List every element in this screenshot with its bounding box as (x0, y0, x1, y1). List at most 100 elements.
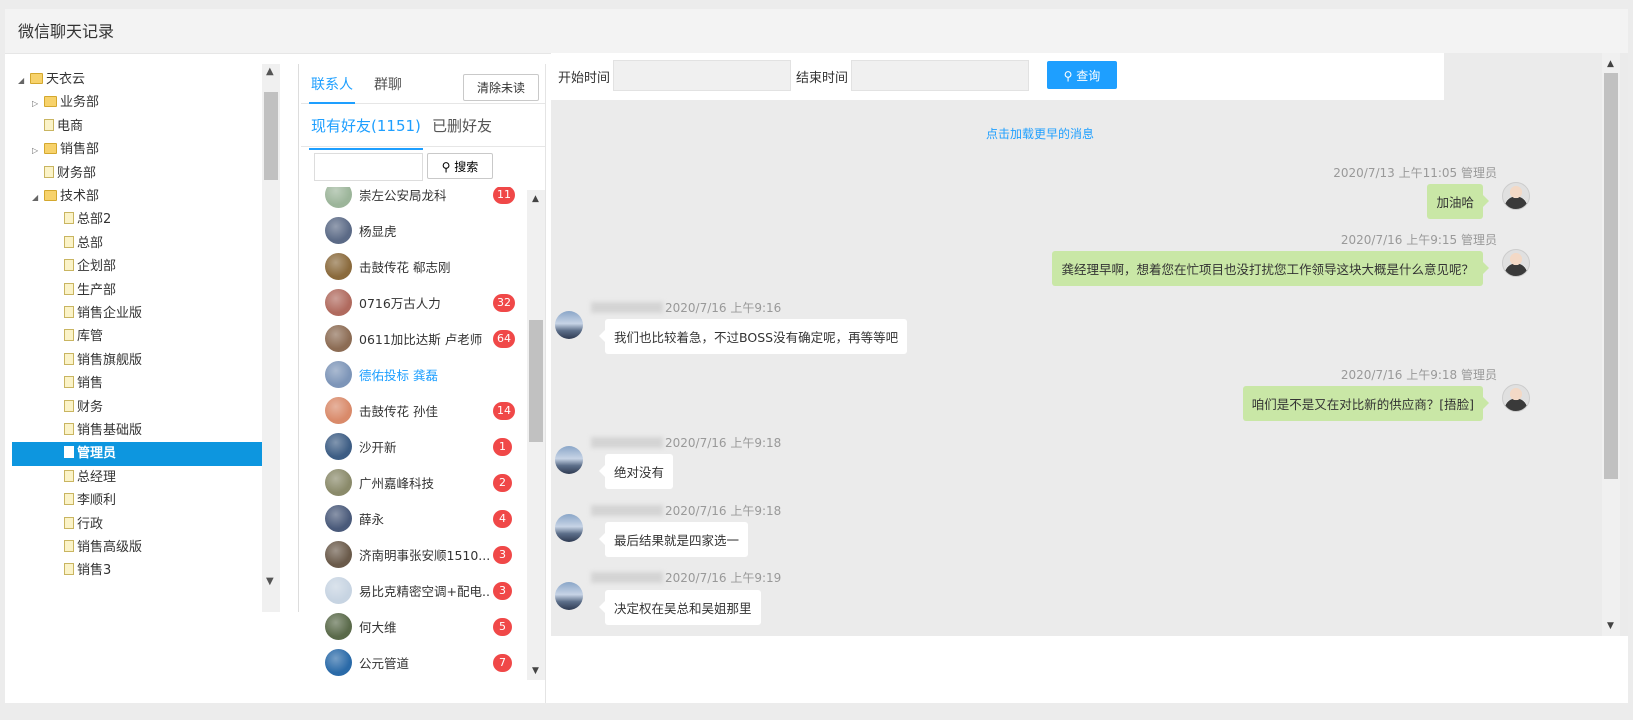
contact-item[interactable]: 广州嘉峰科技 2 (325, 465, 515, 501)
avatar (1502, 249, 1530, 277)
expand-icon[interactable]: ▷ (32, 139, 44, 163)
collapse-icon[interactable]: ◢ (18, 69, 30, 93)
tree-scrollbar[interactable]: ▲ ▼ (262, 64, 280, 612)
end-time-input[interactable] (851, 60, 1029, 91)
tree-item[interactable]: 行政 (52, 513, 103, 537)
contact-name: 击鼓传花 孙佳 (359, 404, 438, 419)
contact-name: 0716万古人力 (359, 296, 441, 311)
contact-item[interactable]: 易比克精密空调+配电... 3 (325, 573, 515, 609)
avatar (325, 361, 352, 388)
contact-item[interactable]: 0611加比达斯 卢老师 64 (325, 321, 515, 357)
file-icon (64, 306, 74, 318)
file-icon (64, 469, 74, 482)
message-meta: 2020/7/16 上午9:18 管理员 (1341, 366, 1497, 383)
tab-groups[interactable]: 群聊 (374, 74, 402, 94)
contact-item[interactable]: 德佑投标 龚磊 (325, 357, 515, 393)
file-icon (64, 376, 74, 389)
tree-item[interactable]: ◢ 技术部 (32, 185, 99, 209)
redacted-sender-name (591, 302, 663, 313)
tree-item[interactable]: ▷ 业务部 (32, 91, 99, 115)
chat-scrollbar[interactable]: ▲ ▼ (1602, 53, 1620, 636)
contact-name: 济南明事张安顺1510... (359, 548, 489, 563)
contact-list: 崇左公安局龙科 11 杨显虎 击鼓传花 郗志刚 0716万古人力 32 0611加比达斯 卢… (301, 187, 546, 681)
contact-item[interactable]: 0716万古人力 32 (325, 285, 515, 321)
search-input[interactable] (314, 153, 423, 181)
tree-item[interactable]: 总部2 (52, 208, 111, 232)
tree-item-label: 销售基础版 (77, 423, 143, 438)
avatar (325, 397, 352, 424)
tree-item[interactable]: 总部 (52, 232, 103, 256)
tab-current-friends[interactable]: 现有好友(1151) (309, 115, 423, 150)
tree-item-label: 销售3 (77, 563, 112, 579)
contact-item[interactable]: 济南明事张安顺1510... 3 (325, 537, 515, 573)
tree-item[interactable]: 销售企业版 (52, 302, 142, 326)
end-time-label: 结束时间 (796, 71, 849, 86)
contact-scrollbar[interactable]: ▲ ▼ (527, 190, 545, 680)
tree-item[interactable]: 生产部 (52, 279, 116, 303)
tree-item[interactable]: 管理员 (12, 442, 262, 467)
start-time-input[interactable] (613, 60, 791, 91)
scroll-up-icon[interactable]: ▲ (266, 66, 274, 77)
contact-scroll-thumb[interactable] (529, 320, 543, 442)
tree-item[interactable]: 销售3 (52, 559, 111, 583)
tree-item[interactable]: 销售旗舰版 (52, 349, 142, 373)
scroll-down-icon[interactable]: ▼ (266, 576, 274, 587)
scroll-down-icon[interactable]: ▼ (532, 666, 539, 676)
collapse-icon[interactable]: ◢ (32, 186, 44, 210)
tree-item[interactable]: 销售高级版 (52, 536, 142, 560)
contact-item[interactable]: 击鼓传花 孙佳 14 (325, 393, 515, 429)
tab-deleted-friends[interactable]: 已删好友 (432, 115, 492, 136)
tree-item[interactable]: 库管 (52, 325, 103, 349)
message-meta: 2020/7/16 上午9:15 管理员 (1341, 231, 1497, 248)
avatar (555, 446, 583, 474)
file-icon (64, 282, 74, 295)
chat-scroll-thumb[interactable] (1604, 73, 1618, 479)
contact-name: 何大维 (359, 620, 397, 635)
avatar (555, 311, 583, 339)
tree-item-label: 销售旗舰版 (77, 352, 143, 368)
contact-item[interactable]: 薛永 4 (325, 501, 515, 537)
contact-item[interactable]: 公元管道 7 (325, 645, 515, 681)
tree-item[interactable]: 销售 (52, 372, 103, 396)
contact-item[interactable]: 沙开新 1 (325, 429, 515, 465)
tree-item-label: 管理员 (77, 446, 117, 462)
query-button[interactable]: ⚲ 查询 (1047, 61, 1117, 89)
message-bubble: 龚经理早啊，想着您在忙项目也没打扰您工作领导这块大概是什么意见呢？ (1052, 251, 1489, 286)
tree-item[interactable]: 电商 (32, 115, 83, 139)
file-icon (64, 329, 74, 342)
search-button[interactable]: ⚲ 搜索 (427, 153, 493, 179)
unread-badge: 7 (493, 654, 512, 672)
tab-contacts[interactable]: 联系人 (309, 74, 355, 104)
message-meta: 2020/7/16 上午9:16 (591, 299, 781, 316)
scroll-down-icon[interactable]: ▼ (1607, 621, 1614, 631)
contact-item[interactable]: 崇左公安局龙科 11 (325, 187, 515, 213)
avatar (325, 649, 352, 676)
tree-item-label: 行政 (77, 516, 104, 532)
contact-item[interactable]: 何大维 5 (325, 609, 515, 645)
contact-item[interactable]: 击鼓传花 郗志刚 (325, 249, 515, 285)
start-time-label: 开始时间 (558, 71, 611, 86)
avatar (555, 582, 583, 610)
clear-unread-button[interactable]: 清除未读 (463, 74, 539, 101)
contact-item[interactable]: 杨显虎 (325, 213, 515, 249)
tree-item-label: 总经理 (77, 469, 117, 485)
tree-item[interactable]: 企划部 (52, 255, 116, 279)
expand-icon[interactable]: ▷ (32, 92, 44, 116)
file-icon (64, 563, 74, 576)
tree-item[interactable]: ◢ 天衣云 (18, 68, 85, 92)
load-more-link[interactable]: 点击加载更早的消息 (986, 125, 1094, 142)
tree-item[interactable]: 销售基础版 (52, 419, 142, 443)
scroll-up-icon[interactable]: ▲ (532, 194, 539, 204)
tree-item[interactable]: 总经理 (52, 466, 116, 490)
tree-item[interactable]: 财务部 (32, 162, 96, 186)
tree-item[interactable]: 财务 (52, 396, 103, 420)
scroll-up-icon[interactable]: ▲ (1607, 59, 1614, 69)
folder-icon (44, 96, 57, 108)
unread-badge: 1 (493, 438, 512, 456)
contact-name: 易比克精密空调+配电... (359, 584, 489, 599)
unread-badge: 14 (493, 402, 515, 420)
tree-scroll-thumb[interactable] (264, 92, 278, 180)
app-window: 微信聊天记录 ◢ 天衣云 ▷ 业务部 电商 ▷ 销售部 财务部 ◢ 技术部 总部2 总部 企划部 生产部销… (5, 9, 1628, 703)
tree-item[interactable]: 李顺利 (52, 489, 116, 513)
tree-item[interactable]: ▷ 销售部 (32, 138, 99, 162)
